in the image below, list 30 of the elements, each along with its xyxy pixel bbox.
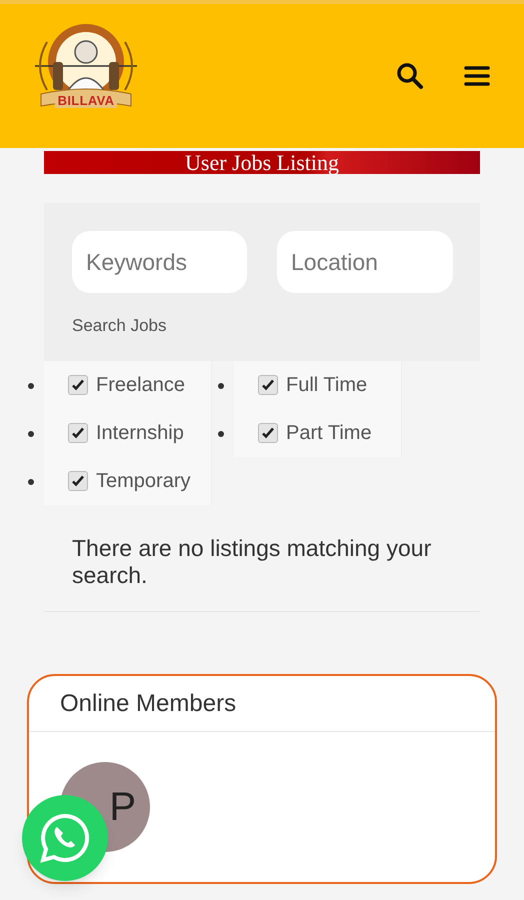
checkbox[interactable] bbox=[258, 423, 278, 443]
menu-icon[interactable] bbox=[464, 65, 490, 87]
search-icon[interactable] bbox=[396, 62, 424, 90]
job-type-option[interactable]: Temporary bbox=[44, 457, 212, 505]
no-listings-message: There are no listings matching your search. bbox=[44, 505, 480, 612]
card-title: Online Members bbox=[60, 688, 236, 718]
location-field[interactable]: Location bbox=[277, 231, 453, 293]
check-icon bbox=[71, 474, 85, 488]
check-icon bbox=[261, 378, 275, 392]
job-type-option[interactable]: Full Time bbox=[234, 361, 402, 409]
checkbox[interactable] bbox=[68, 471, 88, 491]
page-title: User Jobs Listing bbox=[185, 152, 339, 174]
checkbox[interactable] bbox=[68, 423, 88, 443]
job-type-option[interactable]: Internship bbox=[44, 409, 212, 457]
checkbox[interactable] bbox=[68, 375, 88, 395]
check-icon bbox=[71, 426, 85, 440]
check-icon bbox=[261, 426, 275, 440]
bullet-icon bbox=[28, 479, 34, 485]
phone-chat-icon bbox=[38, 811, 92, 865]
check-icon bbox=[71, 378, 85, 392]
search-jobs-button[interactable]: Search Jobs bbox=[72, 313, 166, 338]
bullet-icon bbox=[28, 431, 34, 437]
logo-text: BILLAVA bbox=[54, 94, 118, 108]
job-type-option[interactable]: Part Time bbox=[234, 409, 402, 457]
bullet-icon bbox=[28, 383, 34, 389]
checkbox[interactable] bbox=[258, 375, 278, 395]
keywords-field[interactable]: Keywords bbox=[72, 231, 247, 293]
bullet-icon bbox=[218, 383, 224, 389]
job-type-option[interactable]: Freelance bbox=[44, 361, 212, 409]
bullet-icon bbox=[218, 431, 224, 437]
